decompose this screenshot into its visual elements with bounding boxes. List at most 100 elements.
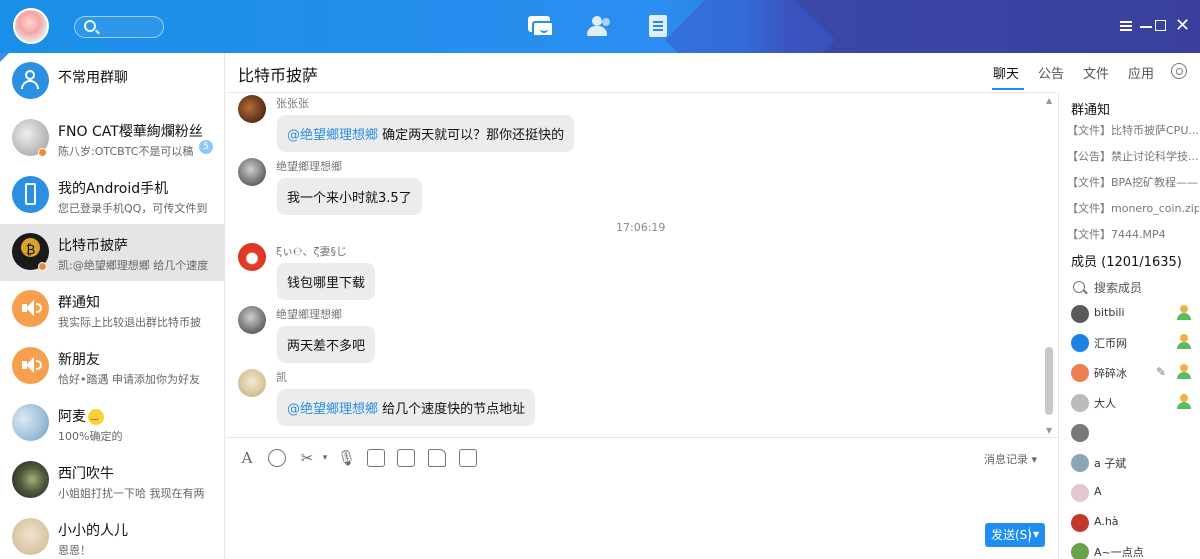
wink-emoji-icon (88, 409, 104, 425)
tab-chat[interactable]: 聊天 (993, 63, 1019, 82)
notice-item[interactable]: 【文件】7444.MP4 (1067, 226, 1199, 242)
screenshot-dropdown-icon[interactable]: ▾ (316, 449, 334, 467)
conversation-item-active[interactable]: 比特币披萨 凯:@绝望鄉理想鄉 给几个速度 (0, 224, 224, 281)
conversation-preview: 陈八岁:OTCBTC不是可以稿 (58, 145, 194, 158)
divider (226, 437, 1058, 438)
tab-apps[interactable]: 应用 (1128, 63, 1154, 82)
speaker-icon (22, 300, 42, 316)
group-info-panel: 群通知 【文件】比特币披萨CPU... 【公告】禁止讨论科学技... 【文件】B… (1058, 93, 1200, 559)
member-item[interactable] (1059, 421, 1200, 449)
member-item[interactable]: A~一点点 (1059, 540, 1200, 559)
image-icon[interactable] (397, 449, 415, 467)
conversation-name: 阿麦 (58, 406, 104, 426)
minimize-icon[interactable] (1138, 18, 1154, 34)
member-avatar (1071, 364, 1089, 382)
conversation-item[interactable]: 小小的人儿 恩恩！ (0, 509, 224, 559)
conversation-item[interactable]: 西门吹牛 小姐姐打扰一下哈 我现在有两 (0, 452, 224, 509)
message-bubble: 钱包哪里下载 (277, 263, 376, 300)
member-item[interactable]: A.hà (1059, 511, 1200, 539)
member-search-input[interactable]: 搜索成员 (1094, 279, 1142, 296)
sender-avatar[interactable] (238, 95, 266, 123)
message-history-button[interactable]: 消息记录 ▾ (984, 451, 1037, 467)
admin-role-icon (1177, 364, 1191, 380)
member-name: bitbili (1094, 306, 1125, 319)
conversation-name: 新朋友 (58, 352, 100, 368)
conversation-item[interactable]: 不常用群聊 (0, 53, 224, 110)
tab-files[interactable]: 文件 (1083, 63, 1109, 82)
settings-gear-icon[interactable] (1171, 63, 1187, 79)
member-avatar (1071, 305, 1089, 323)
mention-link[interactable]: @绝望鄉理想鄉 (287, 128, 378, 143)
member-avatar (1071, 394, 1089, 412)
files-nav-icon[interactable] (646, 14, 672, 38)
voice-mic-icon[interactable]: 🎙 (337, 449, 356, 467)
font-icon[interactable]: A (238, 449, 256, 467)
member-name: A (1094, 485, 1102, 498)
sender-avatar[interactable] (238, 243, 266, 271)
group-icon (21, 70, 39, 90)
message-area: 张张张 @绝望鄉理想鄉 确定两天就可以？那你还挺快的 绝望鄉理想鄉 我一个来小时… (226, 93, 1058, 437)
member-item[interactable]: 大人 (1059, 391, 1200, 419)
sender-avatar[interactable] (238, 369, 266, 397)
conversation-preview: 您已登录手机QQ，可传文件到 (58, 202, 208, 215)
admin-role-icon (1177, 394, 1191, 410)
messages-nav-icon[interactable] (528, 14, 554, 38)
maximize-icon[interactable] (1153, 18, 1169, 34)
emoji-icon[interactable] (268, 449, 286, 467)
conversation-item[interactable]: 群通知 我实际上比较退出群比特币披 (0, 281, 224, 338)
conversation-item[interactable]: 新朋友 恰好•踏遇 申请添加你为好友 (0, 338, 224, 395)
message-bubble: @绝望鄉理想鄉 确定两天就可以？那你还挺快的 (277, 115, 575, 152)
folder-icon[interactable] (428, 449, 446, 467)
member-name: 碎碎冰 (1094, 367, 1127, 380)
member-item[interactable]: a 子斌 (1059, 451, 1200, 479)
conversation-preview: 凯:@绝望鄉理想鄉 给几个速度 (58, 259, 209, 272)
contacts-nav-icon[interactable] (587, 14, 613, 38)
conversation-name: 西门吹牛 (58, 466, 114, 482)
conversation-item[interactable]: FNO CAT樱華絢爛粉丝 陈八岁:OTCBTC不是可以稿 5 (0, 110, 224, 167)
notice-item[interactable]: 【文件】比特币披萨CPU... (1067, 122, 1199, 138)
main-menu-icon[interactable] (1118, 18, 1134, 34)
notice-item[interactable]: 【文件】BPA挖矿教程——... (1067, 174, 1199, 190)
notice-item[interactable]: 【文件】monero_coin.zip (1067, 200, 1199, 216)
search-icon (84, 20, 96, 32)
scroll-down-icon[interactable]: ▼ (1046, 426, 1052, 435)
red-packet-icon[interactable] (459, 449, 477, 467)
message-timestamp: 17:06:19 (616, 221, 666, 234)
message-bubble: 我一个来小时就3.5了 (277, 178, 422, 215)
member-item[interactable]: A (1059, 481, 1200, 509)
edit-pen-icon[interactable]: ✎ (1156, 365, 1166, 379)
conversation-preview: 恩恩！ (58, 544, 91, 557)
member-avatar (1071, 454, 1089, 472)
conversation-name: 群通知 (58, 295, 100, 311)
member-item[interactable]: 碎碎冰 ✎ (1059, 361, 1200, 389)
sender-avatar[interactable] (238, 306, 266, 334)
active-tab-indicator (992, 88, 1024, 90)
close-icon[interactable]: ✕ (1175, 17, 1191, 35)
member-name: a 子斌 (1094, 457, 1127, 470)
conversation-name: 小小的人儿 (58, 523, 128, 539)
message-bubble: 两天差不多吧 (277, 326, 376, 363)
speaker-icon (22, 357, 42, 373)
mention-link[interactable]: @绝望鄉理想鄉 (287, 402, 378, 417)
scroll-up-icon[interactable]: ▲ (1046, 96, 1052, 105)
title-bar: ✕ (0, 0, 1200, 53)
search-box[interactable] (74, 16, 164, 38)
send-button[interactable]: 发送(S) ▼ (985, 523, 1045, 547)
member-name: 大人 (1094, 397, 1116, 410)
phone-icon (25, 183, 36, 205)
member-item[interactable]: bitbili (1059, 302, 1200, 330)
sticker-icon[interactable] (367, 449, 385, 467)
members-title: 成员 (1201/1635) (1071, 255, 1182, 270)
notice-item[interactable]: 【公告】禁止讨论科学技... (1067, 148, 1199, 164)
member-item[interactable]: 汇币网 (1059, 331, 1200, 359)
sender-avatar[interactable] (238, 158, 266, 186)
conversation-item[interactable]: 阿麦 100%确定的 (0, 395, 224, 452)
my-avatar[interactable] (13, 8, 49, 44)
conversation-name: FNO CAT樱華絢爛粉丝 (58, 124, 203, 140)
group-avatar (12, 62, 49, 99)
message-scrollbar[interactable] (1045, 347, 1053, 415)
screenshot-scissors-icon[interactable]: ✂ (298, 449, 316, 467)
conversation-item[interactable]: 我的Android手机 您已登录手机QQ，可传文件到 (0, 167, 224, 224)
notification-avatar (12, 347, 49, 384)
tab-announcement[interactable]: 公告 (1038, 63, 1064, 82)
